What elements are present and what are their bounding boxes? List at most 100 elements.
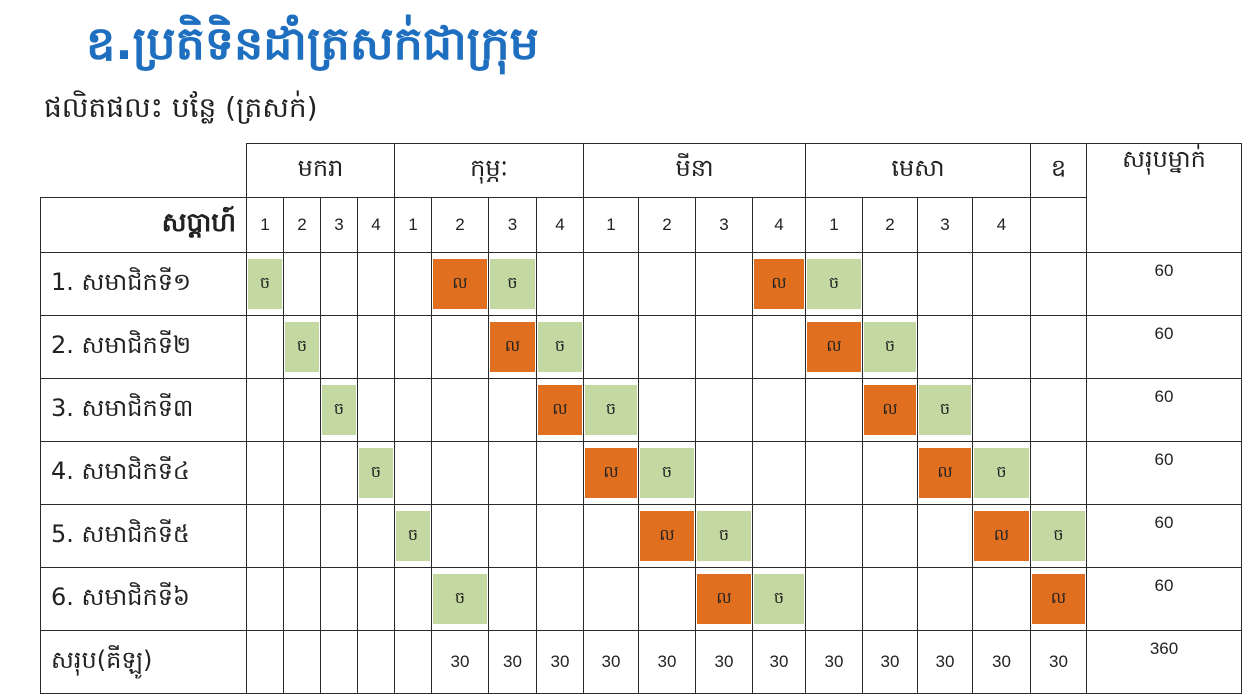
empty-cell: [536, 567, 584, 631]
empty-cell: [394, 567, 432, 631]
plant-cell: ច: [805, 252, 863, 316]
plant-mark: ច: [919, 385, 971, 435]
row-total: 60: [1086, 252, 1242, 316]
plant-mark: ច: [1032, 511, 1085, 561]
week-number: 4: [357, 197, 395, 253]
empty-cell: [394, 378, 432, 442]
sum-cell: 30: [752, 630, 806, 694]
plant-mark: ច: [433, 574, 487, 624]
empty-cell: [246, 567, 284, 631]
sum-cell: 30: [583, 630, 639, 694]
plant-cell: ច: [1030, 504, 1087, 568]
empty-cell: [357, 252, 395, 316]
sum-cell: [283, 630, 321, 694]
empty-cell: [862, 252, 918, 316]
empty-cell: [695, 441, 753, 505]
empty-cell: [752, 504, 806, 568]
month-header-row: មករា កុម្ភៈ មីនា មេសាឧសរុបម្នាក់: [41, 143, 1242, 253]
member-label: 6. សមាជិកទី៦: [40, 567, 247, 631]
harvest-cell: ល: [1030, 567, 1087, 631]
empty-cell: [917, 504, 973, 568]
week-number: 2: [283, 197, 321, 253]
empty-cell: [805, 378, 863, 442]
empty-cell: [283, 567, 321, 631]
plant-mark: ច: [538, 322, 582, 372]
sum-cell: 30: [972, 630, 1031, 694]
sum-cell: 30: [1030, 630, 1087, 694]
empty-cell: [246, 504, 284, 568]
empty-cell: [1030, 378, 1087, 442]
empty-cell: [431, 315, 489, 379]
harvest-mark: ល: [490, 322, 535, 372]
plant-cell: ច: [357, 441, 395, 505]
plant-cell: ច: [638, 441, 696, 505]
page-title: ឧ.ប្រតិទិនដាំត្រសក់ជាក្រុម: [86, 16, 539, 70]
empty-cell: [972, 567, 1031, 631]
empty-cell: [862, 441, 918, 505]
empty-cell: [638, 315, 696, 379]
harvest-cell: ល: [862, 378, 918, 442]
harvest-mark: ល: [864, 385, 916, 435]
plant-mark: ច: [864, 322, 916, 372]
week-number: 3: [917, 197, 973, 253]
harvest-cell: ល: [488, 315, 537, 379]
empty-cell: [1030, 252, 1087, 316]
empty-cell: [752, 315, 806, 379]
empty-cell: [320, 567, 358, 631]
sum-cell: [357, 630, 395, 694]
member-label: 1. សមាជិកទី១: [40, 252, 247, 316]
member-label: 5. សមាជិកទី៥: [40, 504, 247, 568]
empty-cell: [917, 252, 973, 316]
empty-cell: [695, 252, 753, 316]
empty-cell: [394, 252, 432, 316]
sum-label: សរុប(គីឡូ): [40, 630, 247, 694]
corner-cell: [41, 144, 247, 198]
harvest-mark: ល: [585, 448, 637, 498]
sum-cell: 30: [695, 630, 753, 694]
harvest-cell: ល: [752, 252, 806, 316]
table-row: 3. សមាជិកទី៣ចលចលច 60: [40, 378, 1242, 442]
harvest-cell: ល: [536, 378, 584, 442]
empty-cell: [1030, 315, 1087, 379]
empty-cell: [695, 315, 753, 379]
week-number: [1030, 197, 1087, 253]
week-number: 4: [752, 197, 806, 253]
harvest-mark: ល: [433, 259, 487, 309]
week-number: 4: [972, 197, 1031, 253]
empty-cell: [972, 252, 1031, 316]
empty-cell: [283, 504, 321, 568]
table-row: 2. សមាជិកទី២ចលចលច 60: [40, 315, 1242, 379]
empty-cell: [805, 567, 863, 631]
page-subtitle: ផលិតផលះ បន្លែ (ត្រសក់): [44, 91, 318, 124]
grand-total: 360: [1086, 630, 1242, 694]
plant-mark: ច: [585, 385, 637, 435]
sum-cell: 30: [536, 630, 584, 694]
empty-cell: [357, 504, 395, 568]
harvest-cell: ល: [638, 504, 696, 568]
week-number: 1: [246, 197, 284, 253]
week-number: 4: [536, 197, 584, 253]
empty-cell: [431, 378, 489, 442]
sum-cell: 30: [638, 630, 696, 694]
empty-cell: [488, 378, 537, 442]
member-label: 2. សមាជិកទី២: [40, 315, 247, 379]
plant-cell: ច: [283, 315, 321, 379]
harvest-mark: ល: [919, 448, 971, 498]
plant-cell: ច: [431, 567, 489, 631]
week-number: 3: [488, 197, 537, 253]
plant-mark: ច: [974, 448, 1029, 498]
week-header-row: សប្តាហ៍ 1 2 3 4 1 2 3 4 1 2 3 4 1 2 3 4: [40, 197, 1242, 253]
harvest-mark: ល: [1032, 574, 1085, 624]
empty-cell: [583, 567, 639, 631]
plant-cell: ច: [972, 441, 1031, 505]
row-total: 60: [1086, 567, 1242, 631]
month-header: មីនា: [583, 143, 806, 198]
harvest-cell: ល: [695, 567, 753, 631]
plant-mark: ច: [322, 385, 356, 435]
plant-mark: ច: [248, 259, 282, 309]
plant-mark: ច: [807, 259, 861, 309]
sum-row: សរុប(គីឡូ) 30 30 30 30 30 30 30 30 30 30 30 30 360: [40, 630, 1242, 694]
empty-cell: [805, 504, 863, 568]
total-per-person-header: សរុបម្នាក់: [1086, 143, 1242, 253]
empty-cell: [583, 252, 639, 316]
